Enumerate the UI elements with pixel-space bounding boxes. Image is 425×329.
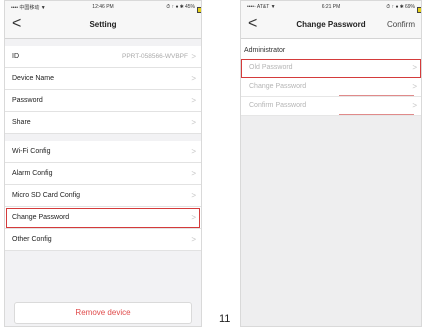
chevron-right-icon: > (191, 74, 196, 83)
settings-row-alarm-config[interactable]: Alarm Config > (5, 163, 201, 185)
row-label: Share (12, 119, 31, 126)
row-label: Password (12, 97, 43, 104)
change-password-screen: ••••◦ AT&T ▼ 6:21 PM ⏱ ↑ ● ✱ 69% < Chang… (240, 0, 422, 327)
input-underline (339, 114, 414, 115)
settings-row-password[interactable]: Password > (5, 90, 201, 112)
section-label-administrator: Administrator (241, 39, 421, 59)
chevron-right-icon: > (412, 82, 417, 91)
settings-row-other-config[interactable]: Other Config > (5, 229, 201, 251)
navigation-bar: < Setting (5, 13, 201, 39)
device-id-value: PPRT-058566-WVBPF (122, 53, 188, 60)
new-password-field[interactable]: Change Password > (241, 78, 421, 97)
settings-screen: •••• 中国移动 ▼ 12:46 PM ⏱ ↑ ● ✱ 45% < Setti… (4, 0, 202, 327)
status-indicators: ⏱ ↑ ● ✱ 45% (166, 4, 201, 13)
status-icons: ⏱ ↑ ● ✱ 45% (166, 4, 195, 10)
chevron-right-icon: > (191, 147, 196, 156)
confirm-button[interactable]: Confirm (387, 20, 415, 29)
settings-row-id[interactable]: ID PPRT-058566-WVBPF > (5, 46, 201, 68)
chevron-right-icon: > (191, 52, 196, 61)
row-label: Device Name (12, 75, 55, 82)
page-number: 11 (219, 313, 231, 325)
status-bar: •••• 中国移动 ▼ 12:46 PM ⏱ ↑ ● ✱ 45% (5, 1, 201, 13)
status-indicators: ⏱ ↑ ● ✱ 69% (386, 4, 421, 13)
old-password-placeholder: Old Password (249, 64, 293, 71)
page-title: Setting (89, 20, 117, 29)
row-label: Wi-Fi Config (12, 148, 51, 155)
chevron-right-icon: > (191, 213, 196, 222)
remove-device-button[interactable]: Remove device (14, 302, 192, 324)
settings-row-change-password[interactable]: Change Password > (5, 207, 201, 229)
old-password-field[interactable]: Old Password > (241, 59, 421, 78)
chevron-right-icon: > (191, 169, 196, 178)
settings-row-sd-card-config[interactable]: Micro SD Card Config > (5, 185, 201, 207)
settings-row-wifi-config[interactable]: Wi-Fi Config > (5, 141, 201, 163)
row-label: Change Password (12, 214, 70, 221)
chevron-right-icon: > (191, 191, 196, 200)
chevron-right-icon: > (191, 118, 196, 127)
chevron-right-icon: > (412, 101, 417, 110)
status-bar: ••••◦ AT&T ▼ 6:21 PM ⏱ ↑ ● ✱ 69% (241, 1, 421, 13)
row-label: Alarm Config (12, 170, 53, 177)
confirm-password-placeholder: Confirm Password (249, 102, 307, 109)
row-label: ID (12, 53, 19, 60)
row-label: Other Config (12, 236, 52, 243)
settings-row-share[interactable]: Share > (5, 112, 201, 134)
navigation-bar: < Change Password Confirm (241, 13, 421, 39)
settings-row-device-name[interactable]: Device Name > (5, 68, 201, 90)
status-icons: ⏱ ↑ ● ✱ 69% (386, 4, 415, 10)
chevron-right-icon: > (191, 235, 196, 244)
confirm-password-field[interactable]: Confirm Password > (241, 97, 421, 116)
new-password-placeholder: Change Password (249, 83, 307, 90)
input-underline (339, 95, 414, 96)
chevron-right-icon: > (412, 63, 417, 72)
chevron-right-icon: > (191, 96, 196, 105)
row-label: Micro SD Card Config (12, 192, 81, 199)
